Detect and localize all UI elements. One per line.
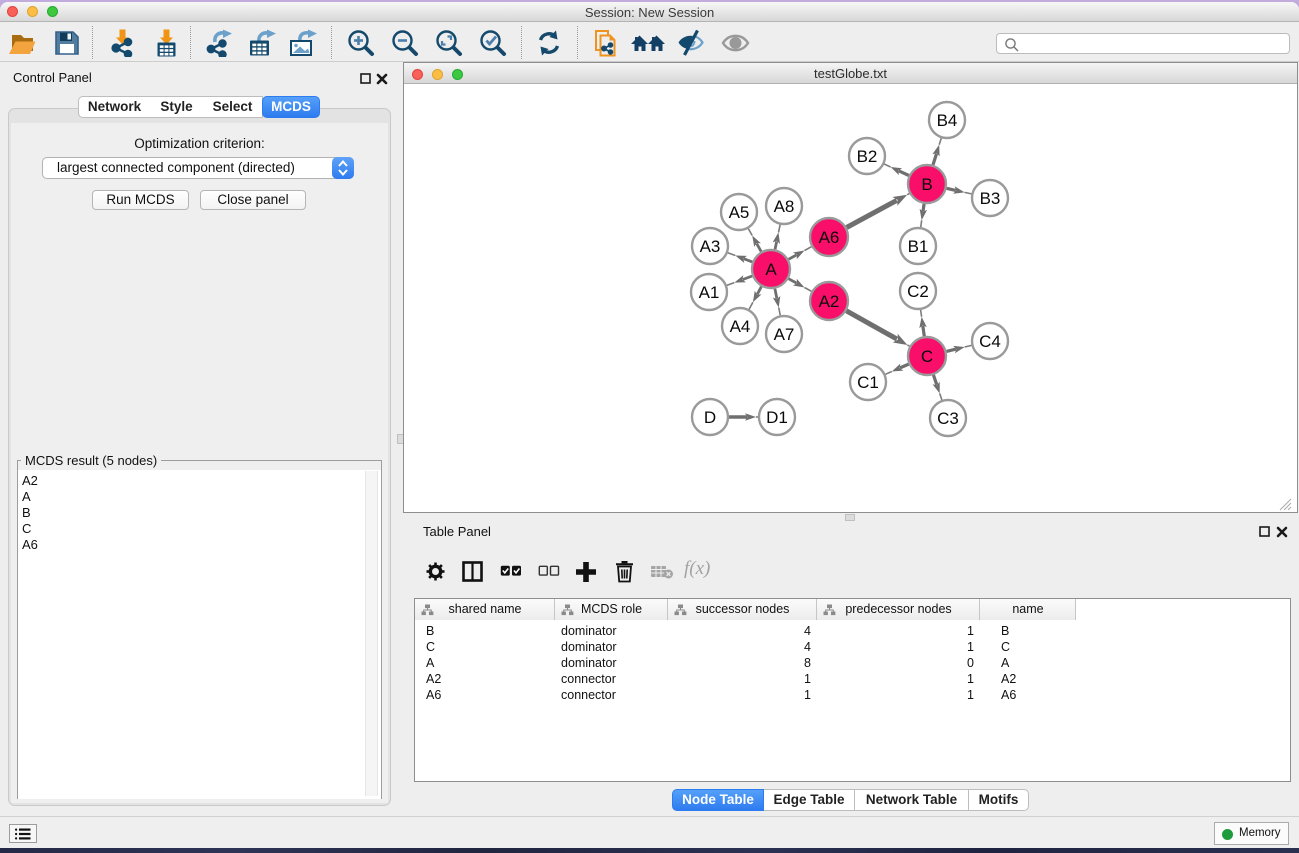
svg-text:C4: C4 (979, 332, 1001, 351)
svg-text:A5: A5 (729, 203, 750, 222)
svg-text:C3: C3 (937, 409, 959, 428)
svg-text:A: A (765, 260, 777, 279)
svg-text:B4: B4 (937, 111, 958, 130)
svg-text:C: C (921, 347, 933, 366)
svg-text:A6: A6 (819, 228, 840, 247)
svg-text:A3: A3 (700, 237, 721, 256)
svg-text:D1: D1 (766, 408, 788, 427)
svg-text:C2: C2 (907, 282, 929, 301)
svg-text:A4: A4 (730, 317, 751, 336)
svg-text:B2: B2 (857, 147, 878, 166)
svg-text:B3: B3 (980, 189, 1001, 208)
svg-text:B1: B1 (908, 237, 929, 256)
svg-text:D: D (704, 408, 716, 427)
svg-text:A1: A1 (699, 283, 720, 302)
svg-text:B: B (921, 175, 932, 194)
svg-text:C1: C1 (857, 373, 879, 392)
svg-text:A2: A2 (819, 292, 840, 311)
svg-text:A7: A7 (774, 325, 795, 344)
svg-text:A8: A8 (774, 197, 795, 216)
